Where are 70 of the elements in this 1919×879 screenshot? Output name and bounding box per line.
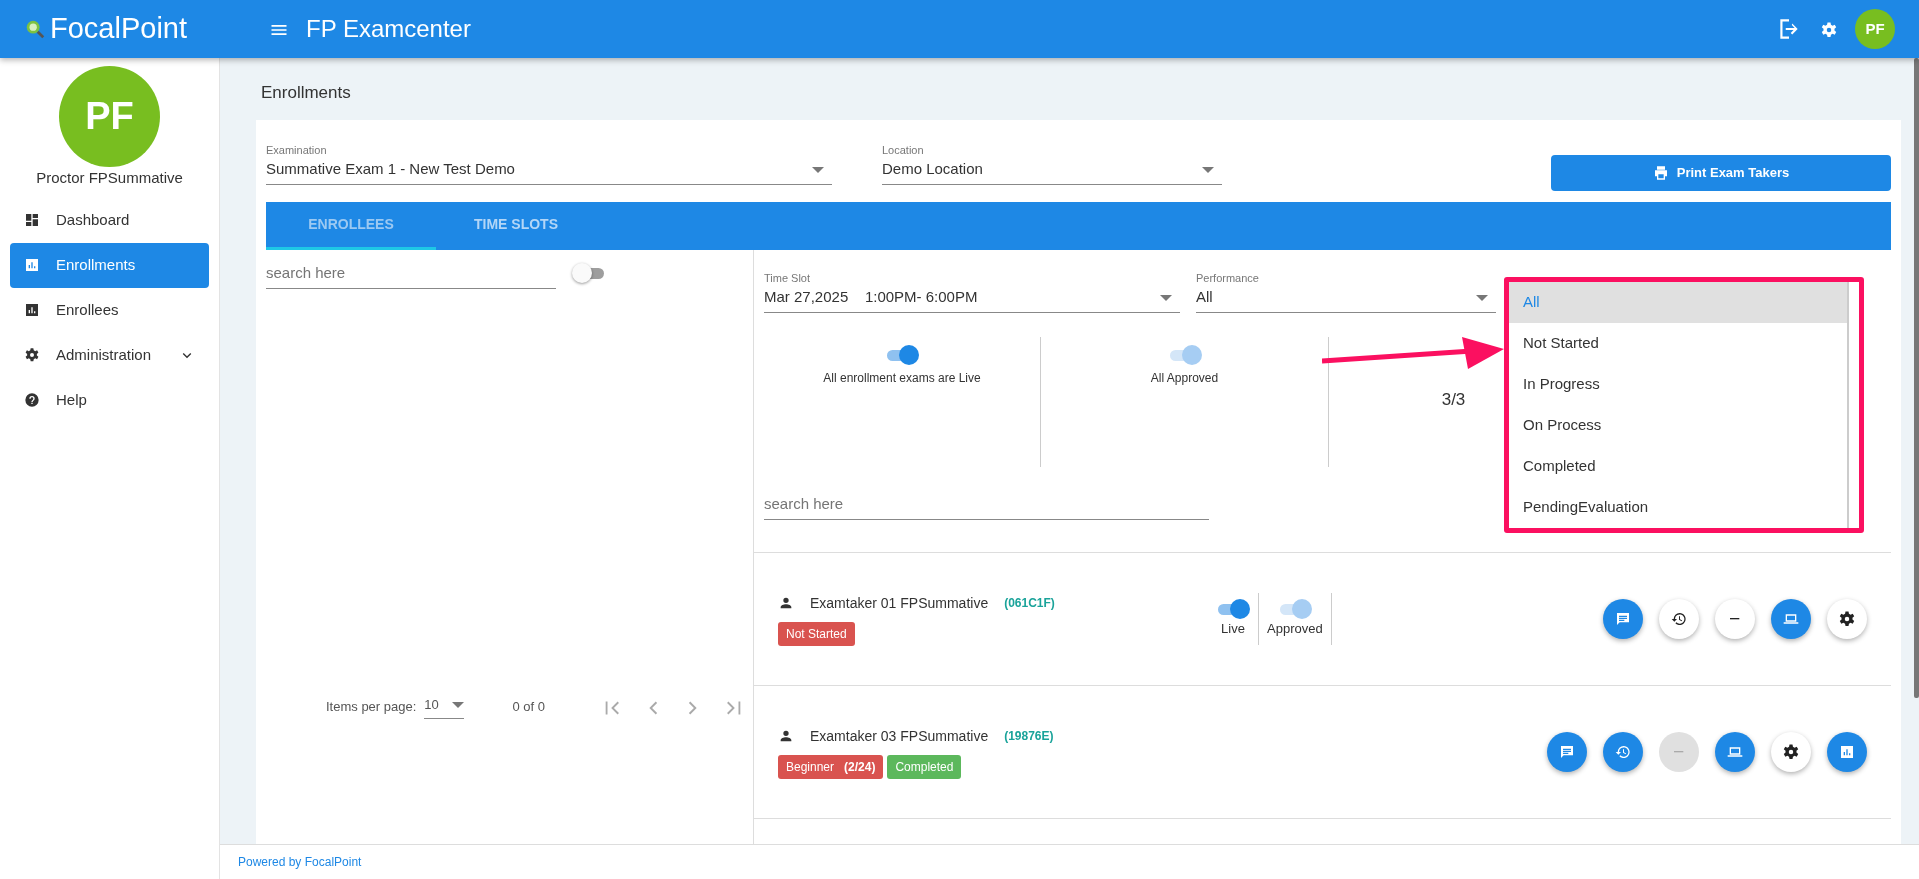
dropdown-option[interactable]: In Progress xyxy=(1509,363,1849,405)
toggle-label: Approved xyxy=(1267,620,1323,639)
toggle-switch[interactable] xyxy=(885,344,919,365)
settings-button[interactable] xyxy=(1771,732,1811,772)
logo-icon xyxy=(24,18,46,40)
page-title: Enrollments xyxy=(261,82,352,104)
toggle-label: All enrollment exams are Live xyxy=(823,369,981,387)
printer-icon xyxy=(1652,164,1669,181)
minus-icon xyxy=(1674,751,1684,753)
history-icon xyxy=(1671,611,1687,627)
toggle-label: All Approved xyxy=(1150,369,1219,387)
select-field[interactable]: Location Demo Location xyxy=(882,141,1222,185)
enrollee-code: (061C1F) xyxy=(1004,595,1055,612)
settings-button[interactable] xyxy=(1827,599,1867,639)
count-text: 3/3 xyxy=(1441,388,1466,409)
history-button[interactable] xyxy=(1603,732,1643,772)
select-field[interactable]: Time Slot Mar 27,2025 1:00PM- 6:00PM xyxy=(764,269,1180,313)
dropdown-option[interactable]: Completed xyxy=(1509,445,1849,487)
enrollee-code: (19876E) xyxy=(1004,728,1054,745)
status-tag: Completed xyxy=(887,754,962,779)
laptop-button[interactable] xyxy=(1715,732,1755,772)
user-name: Proctor FPSummative xyxy=(35,168,184,188)
enrollee-name: Examtaker 01 FPSummative xyxy=(810,593,989,613)
select-field[interactable]: Examination Summative Exam 1 - New Test Demo xyxy=(266,141,832,185)
chat-button[interactable] xyxy=(1603,599,1643,639)
bar-chart-icon xyxy=(1839,744,1855,760)
laptop-icon xyxy=(1727,744,1743,760)
profile-avatar: PF xyxy=(59,66,160,167)
bar-chart-icon xyxy=(24,257,40,273)
sidebar-item[interactable]: Help xyxy=(10,377,209,423)
chat-button[interactable] xyxy=(1547,732,1587,772)
enrollee-name: Examtaker 03 FPSummative xyxy=(810,726,989,746)
status-tag: Beginner (2/24) xyxy=(778,754,884,779)
settings-icon xyxy=(24,347,40,363)
sidebar-item[interactable]: Enrollments xyxy=(10,242,209,288)
sidebar-item[interactable]: Enrollees xyxy=(10,287,209,333)
logo-text: FocalPoint xyxy=(50,11,188,47)
minus-icon xyxy=(1730,618,1740,620)
chat-icon xyxy=(1559,744,1575,760)
footer-link[interactable]: Powered by FocalPoint xyxy=(238,852,362,871)
laptop-button[interactable] xyxy=(1771,599,1811,639)
sidebar-item[interactable]: Administration xyxy=(10,332,209,378)
chat-icon xyxy=(1615,611,1631,627)
help-icon xyxy=(24,392,40,408)
pagination-range: 0 of 0 xyxy=(512,698,545,717)
history-button[interactable] xyxy=(1659,599,1699,639)
dropdown-option[interactable]: Not Started xyxy=(1509,322,1849,364)
page-size-select[interactable]: 10 xyxy=(424,695,465,719)
scrollbar[interactable] xyxy=(1914,58,1919,698)
toggle-switch[interactable] xyxy=(1216,599,1250,620)
laptop-icon xyxy=(1783,611,1799,627)
toggle-switch[interactable] xyxy=(572,263,606,284)
sidebar-item[interactable]: Dashboard xyxy=(10,197,209,243)
app-title: FP Examcenter xyxy=(306,14,471,44)
bar-chart-button[interactable] xyxy=(1827,732,1867,772)
status-tag: Not Started xyxy=(778,621,855,646)
select-field[interactable]: Performance All xyxy=(1196,269,1496,313)
settings-icon xyxy=(1838,610,1856,628)
history-icon xyxy=(1615,744,1631,760)
bar-chart-icon xyxy=(24,302,40,318)
dropdown-option[interactable]: PendingEvaluation xyxy=(1509,486,1849,528)
pagination-label: Items per page: xyxy=(326,698,417,717)
dropdown-option[interactable]: On Process xyxy=(1509,404,1849,446)
dashboard-icon xyxy=(24,212,40,228)
print-button[interactable]: Print Exam Takers xyxy=(1551,154,1891,191)
settings-icon xyxy=(1782,743,1800,761)
settings-icon xyxy=(1820,20,1838,39)
person-icon xyxy=(778,728,794,744)
toggle-label: Live xyxy=(1221,620,1245,639)
person-icon xyxy=(778,595,794,611)
